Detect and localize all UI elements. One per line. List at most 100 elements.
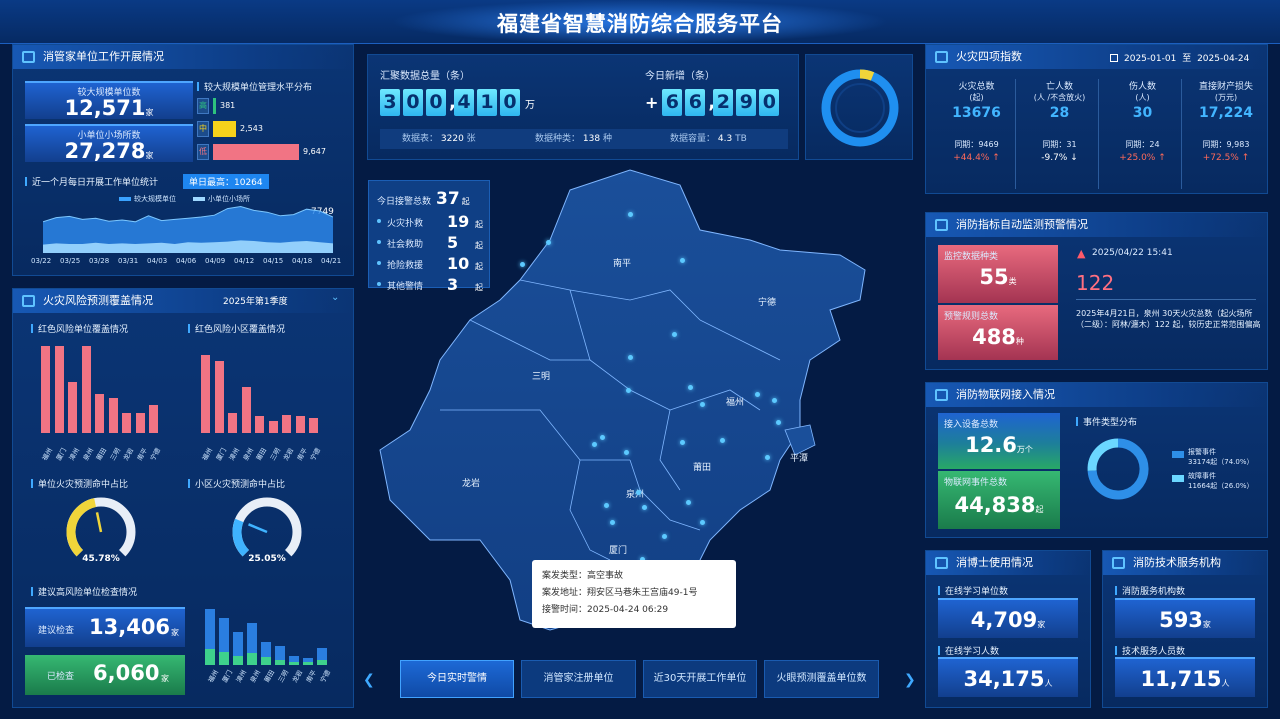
incident-popup[interactable]: 案发类型：高空事故 案发地址：翔安区马巷朱王宫庙49-1号 接警时间：2025-… [532,560,736,628]
bullet-icon [377,219,381,223]
map-city-label[interactable]: 三明 [532,369,550,382]
incident-dot[interactable] [546,240,551,245]
risk-bar [41,346,50,433]
tab-prediction-units[interactable]: 火眼预测覆盖单位数 [764,660,879,698]
incident-dot[interactable] [720,438,725,443]
fire-index-change: +72.5% ↑ [1202,153,1250,163]
city-tick: 福州 [206,668,221,684]
incident-dot[interactable] [624,450,629,455]
map-city-label[interactable]: 厦门 [609,543,627,556]
incident-dot[interactable] [520,262,525,267]
city-tick: 三明 [108,446,122,462]
tab-realtime-alarms[interactable]: 今日实时警情 [400,660,514,698]
incident-dot[interactable] [700,520,705,525]
gauge-needle [95,512,103,533]
monitor-panel-header: 消防指标自动监测预警情况 [926,213,1267,237]
city-tick: 厦门 [220,668,235,684]
alarm-item[interactable]: 火灾扑救 19 起 [377,212,487,231]
incident-dot[interactable] [628,212,633,217]
incident-dot[interactable] [680,440,685,445]
incident-dot[interactable] [610,520,615,525]
tech-staff-card: 11,715人 [1115,657,1255,697]
ring-panel [805,54,913,160]
incident-dot[interactable] [672,332,677,337]
digit-cell: 3 [380,89,400,116]
alarm-item[interactable]: 其他警情 3 起 [377,275,487,294]
incident-dot[interactable] [765,455,770,460]
city-tick: 宁德 [308,446,323,462]
incident-dot[interactable] [592,442,597,447]
city-tick: 福州 [40,446,55,462]
incident-dot[interactable] [776,420,781,425]
fire-index-col: 直接财产损失 (万元) 17,224 同期：9,983 +72.5% ↑ [1187,79,1265,189]
suggest-check-card: 建议检查 13,406 家 [25,607,185,647]
iot-panel: 消防物联网接入情况 接入设备总数 12.6万个 物联网事件总数 44,838起 … [925,382,1268,538]
map-city-label[interactable]: 宁德 [758,295,776,308]
building-icon [22,51,35,63]
risk-bar [241,387,251,433]
digit-cell: 1 [477,89,497,116]
map-city-label[interactable]: 福州 [726,395,744,408]
map-city-label[interactable]: 泉州 [626,487,644,500]
tab-registered-units[interactable]: 消管家注册单位 [521,660,636,698]
incident-dot[interactable] [642,505,647,510]
risk-bar [214,361,224,433]
incident-dot[interactable] [636,490,641,495]
alert-time: 2025/04/22 15:41 [1092,248,1173,258]
alarm-item[interactable]: 社会救助 5 起 [377,233,487,252]
check-bar-green [247,653,257,665]
level-value: 9,647 [303,147,326,156]
check-bar-green [261,657,271,665]
alert-value: 122 [1076,271,1115,295]
tab-prev-icon[interactable]: ❮ [363,672,375,688]
incident-dot[interactable] [700,402,705,407]
check-stacked-chart: 福州 厦门 漳州 泉州 莆田 三明 龙岩 南平 宁德 [205,609,345,684]
level-label: 低 [197,144,209,160]
city-tick: 泉州 [81,446,95,462]
season-select[interactable]: 2025年第1季度 [223,294,288,307]
incident-dot[interactable] [772,398,777,403]
date-tick: 03/31 [118,257,139,265]
tab-next-icon[interactable]: ❯ [904,672,916,688]
fire-index-change: -9.7% ↓ [1041,153,1078,163]
daily-max-badge: 单日最高：10264 [183,174,269,189]
alarm-item[interactable]: 抢险救援 10 起 [377,254,487,273]
fire-index-col: 伤人数 (人) 30 同期：24 +25.0% ↑ [1104,79,1182,189]
level-bar [213,121,236,137]
date-range[interactable]: 2025-01-01 至 2025-04-24 [1110,51,1249,64]
event-legend-item: 报警事件 33174起（74.0%） [1172,447,1267,469]
city-tick: 南平 [135,446,149,462]
risk-panel-header: 火灾风险预测覆盖情况 [13,289,353,313]
event-type-donut [1087,438,1149,500]
incident-dot[interactable] [680,258,685,263]
small-units-value: 27,278 [64,139,146,163]
incident-dot[interactable] [662,534,667,539]
level-bar [213,98,216,114]
bullet-icon [377,261,381,265]
level-bar [213,144,299,160]
incident-dot[interactable] [600,435,605,440]
incident-dot[interactable] [604,503,609,508]
red-area-chart: 福州 厦门 漳州 泉州 莆田 三明 龙岩 南平 宁德 [201,341,331,462]
incident-dot[interactable] [686,500,691,505]
map-city-label[interactable]: 龙岩 [462,476,480,489]
monitor-kinds-card: 监控数据种类 55类 [938,245,1058,303]
incident-dot[interactable] [626,388,631,393]
level-label: 中 [197,121,209,137]
large-units-value: 12,571 [64,96,146,120]
incident-dot[interactable] [688,385,693,390]
map-city-label[interactable]: 莆田 [693,460,711,473]
city-tick: 龙岩 [121,446,136,462]
tab-30day-units[interactable]: 近30天开展工作单位 [643,660,757,698]
chevron-down-icon[interactable]: ⌄ [331,292,339,303]
city-tick: 莆田 [94,446,109,462]
city-tick: 南平 [295,446,309,462]
user-icon [935,557,948,569]
risk-bar [268,421,278,433]
event-legend-item: 故障事件 11664起（26.0%） [1172,471,1267,493]
incident-dot[interactable] [755,392,760,397]
map-city-label[interactable]: 南平 [613,256,631,269]
risk-bar [108,398,118,433]
incident-dot[interactable] [628,355,633,360]
map-city-label[interactable]: 平潭 [790,451,808,464]
